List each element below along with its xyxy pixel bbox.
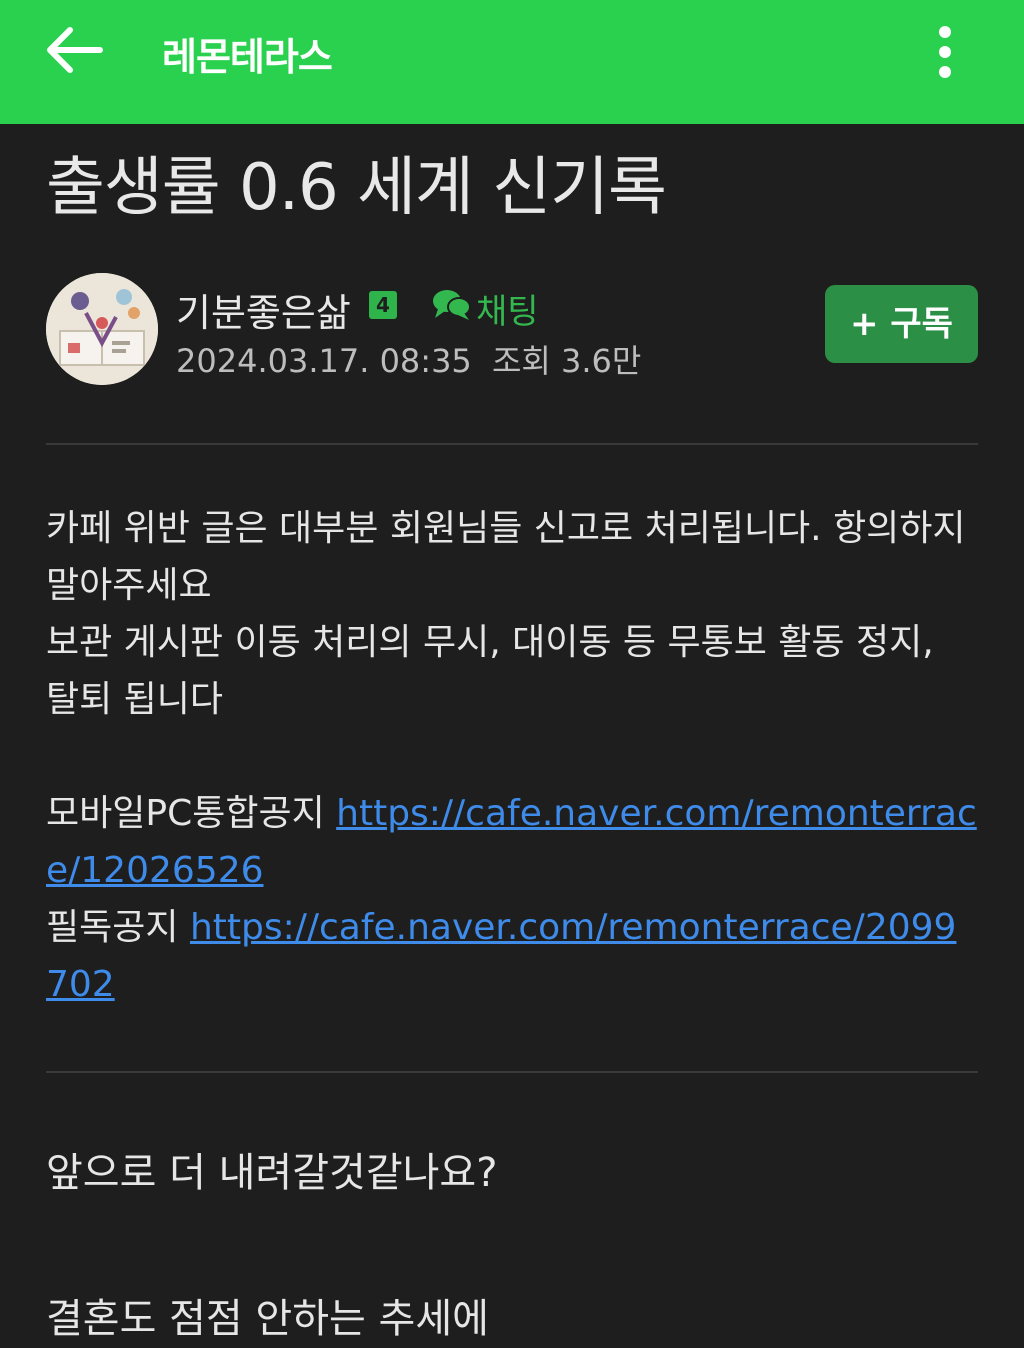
post-title: 출생률 0.6 세계 신기록 xyxy=(46,151,667,225)
author-name[interactable]: 기분좋은삶 xyxy=(176,282,351,337)
app-header: 레몬테라스 xyxy=(0,0,1024,124)
more-vertical-icon xyxy=(939,26,951,38)
notice-text-1: 카페 위반 글은 대부분 회원님들 신고로 처리됩니다. 항의하지 말아주세요 xyxy=(46,508,966,606)
post-meta: 2024.03.17. 08:35 조회 3.6만 xyxy=(176,336,641,382)
view-count: 조회 3.6만 xyxy=(491,342,642,380)
notice-link-row-1: 모바일PC통합공지 https://cafe.naver.com/remonte… xyxy=(46,785,978,899)
divider xyxy=(46,1071,978,1073)
notice-link-2[interactable]: https://cafe.naver.com/remonterrace/2099… xyxy=(46,907,956,1005)
divider xyxy=(46,443,978,445)
notice-text-2: 보관 게시판 이동 처리의 무시, 대이동 등 무통보 활동 정지, 탈퇴 됩니… xyxy=(46,622,934,720)
chat-label: 채팅 xyxy=(476,292,539,332)
arrow-left-icon xyxy=(47,27,103,73)
post-body: 카페 위반 글은 대부분 회원님들 신고로 처리됩니다. 항의하지 말아주세요 … xyxy=(46,500,978,1013)
subscribe-button[interactable]: + 구독 xyxy=(825,285,978,363)
avatar[interactable] xyxy=(46,273,158,385)
post-date: 2024.03.17. 08:35 xyxy=(176,342,472,380)
notice-link-label-2: 필독공지 xyxy=(46,907,179,948)
cafe-name: 레몬테라스 xyxy=(162,35,333,79)
notice-link-label-1: 모바일PC통합공지 xyxy=(46,793,325,834)
chat-bubbles-icon xyxy=(433,290,471,320)
notice-link-row-2: 필독공지 https://cafe.naver.com/remonterrace… xyxy=(46,899,978,1013)
back-button[interactable] xyxy=(40,20,112,80)
content-line-2: 결혼도 점점 안하는 추세에 xyxy=(46,1296,489,1342)
more-options-button[interactable] xyxy=(924,22,968,82)
content-line-1: 앞으로 더 내려갈것같나요? xyxy=(46,1150,498,1196)
member-level-badge: 4 xyxy=(369,291,397,319)
avatar-illustration xyxy=(46,273,158,385)
